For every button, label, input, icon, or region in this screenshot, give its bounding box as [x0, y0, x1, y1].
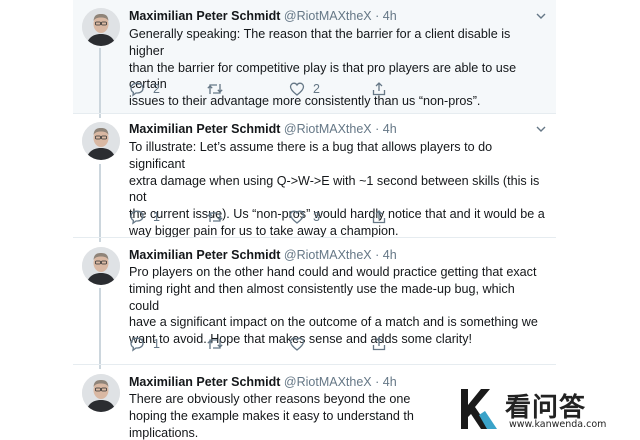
watermark-url: www.kanwenda.com [509, 419, 607, 430]
separator: · [375, 248, 380, 262]
thread-connector [99, 164, 101, 238]
tweet[interactable]: Maximilian Peter Schmidt @RiotMAXtheX · … [73, 0, 556, 113]
watermark: 看问答 www.kanwenda.com [447, 381, 640, 440]
author-handle[interactable]: @RiotMAXtheX [284, 122, 372, 136]
author-handle[interactable]: @RiotMAXtheX [284, 248, 372, 262]
like-icon [289, 337, 305, 351]
reply-count: 1 [153, 210, 160, 224]
avatar-image [82, 247, 120, 285]
reply-icon [130, 210, 144, 225]
author-handle[interactable]: @RiotMAXtheX [284, 9, 372, 23]
author-name[interactable]: Maximilian Peter Schmidt [129, 9, 280, 23]
like-button[interactable]: 2 [289, 80, 320, 98]
tweet-text-line: Pro players on the other hand could and … [129, 265, 537, 279]
reply-button[interactable]: 2 [129, 80, 160, 98]
author-name[interactable]: Maximilian Peter Schmidt [129, 248, 280, 262]
reply-button[interactable]: 1 [129, 208, 160, 226]
thread-connector [99, 48, 101, 113]
avatar[interactable] [82, 122, 120, 160]
tweet-thread: Maximilian Peter Schmidt @RiotMAXtheX · … [73, 0, 556, 440]
tweet-header: Maximilian Peter Schmidt @RiotMAXtheX · … [129, 8, 546, 25]
tweet[interactable]: Maximilian Peter Schmidt @RiotMAXtheX · … [73, 113, 556, 238]
like-button[interactable]: 3 [289, 208, 320, 226]
avatar-image [82, 8, 120, 46]
avatar[interactable] [82, 374, 120, 412]
timestamp[interactable]: 4h [383, 248, 397, 262]
share-button[interactable] [371, 335, 387, 353]
author-handle[interactable]: @RiotMAXtheX [284, 375, 372, 389]
share-icon [372, 82, 386, 96]
timestamp[interactable]: 4h [383, 122, 397, 136]
tweet-header: Maximilian Peter Schmidt @RiotMAXtheX · … [129, 247, 546, 264]
share-icon [372, 337, 386, 351]
reply-button[interactable]: 1 [129, 335, 160, 353]
tweet-actions: 2 2 [129, 80, 429, 98]
reply-icon [130, 82, 144, 97]
author-name[interactable]: Maximilian Peter Schmidt [129, 375, 280, 389]
avatar-image [82, 122, 120, 160]
thread-connector [99, 238, 101, 242]
like-icon [289, 82, 305, 96]
retweet-button[interactable] [206, 80, 232, 98]
tweet-text-line: timing right and then almost consistentl… [129, 281, 515, 313]
share-icon [372, 210, 386, 224]
share-button[interactable] [371, 208, 387, 226]
avatar[interactable] [82, 8, 120, 46]
tweet-text-line: To illustrate: Let’s assume there is a b… [129, 140, 493, 171]
retweet-icon [207, 84, 223, 94]
author-name[interactable]: Maximilian Peter Schmidt [129, 122, 280, 136]
retweet-icon [207, 212, 223, 222]
thread-connector [99, 365, 101, 369]
like-icon [289, 210, 305, 224]
like-count: 3 [313, 210, 320, 224]
timestamp[interactable]: 4h [383, 9, 397, 23]
share-button[interactable] [371, 80, 387, 98]
tweet-text-line: extra damage when using Q->W->E with ~1 … [129, 173, 540, 205]
thread-connector [99, 114, 101, 118]
retweet-button[interactable] [206, 335, 232, 353]
avatar[interactable] [82, 247, 120, 285]
retweet-button[interactable] [206, 208, 232, 226]
chevron-down-icon[interactable] [534, 122, 548, 136]
separator: · [375, 375, 380, 389]
chevron-down-icon[interactable] [534, 9, 548, 23]
separator: · [375, 9, 380, 23]
reply-count: 1 [153, 337, 160, 351]
tweet[interactable]: Maximilian Peter Schmidt @RiotMAXtheX · … [73, 237, 556, 365]
timestamp[interactable]: 4h [383, 375, 397, 389]
avatar-image [82, 374, 120, 412]
tweet-text-line: Generally speaking: The reason that the … [129, 27, 511, 58]
separator: · [375, 122, 380, 136]
tweet-actions: 1 3 [129, 208, 429, 226]
tweet-actions: 1 [129, 335, 429, 353]
reply-count: 2 [153, 82, 160, 96]
tweet-text-line: have a significant impact on the outcome… [129, 315, 538, 330]
reply-icon [130, 337, 144, 352]
like-count: 2 [313, 82, 320, 96]
watermark-logo [461, 389, 497, 429]
retweet-icon [207, 339, 223, 349]
tweet-header: Maximilian Peter Schmidt @RiotMAXtheX · … [129, 121, 546, 138]
like-button[interactable] [289, 335, 313, 353]
thread-connector [99, 288, 101, 365]
